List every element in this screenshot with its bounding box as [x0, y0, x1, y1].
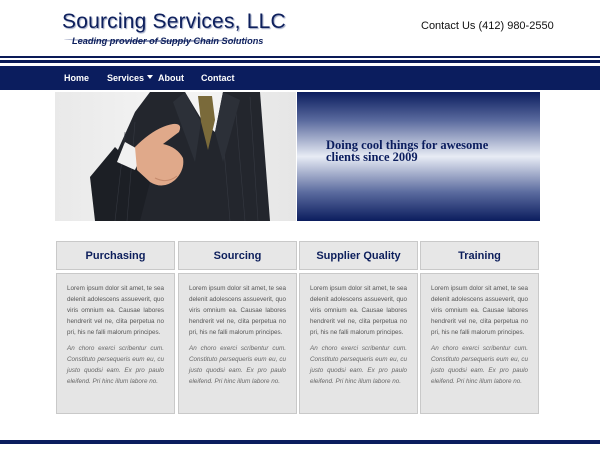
hero-banner: Doing cool things for awesome clients si… [297, 92, 540, 221]
header-divider-top [0, 56, 600, 58]
caret-down-icon [147, 75, 154, 79]
card-title: Training [458, 250, 501, 262]
card-sourcing-header[interactable]: Sourcing [178, 241, 297, 270]
site-logo[interactable]: Sourcing Services, LLC Leading provider … [62, 10, 286, 46]
card-paragraph-italic: An choro exerci scribentur cum. Constitu… [310, 345, 407, 385]
card-paragraph: Lorem ipsum dolor sit amet, te sea delen… [67, 285, 164, 336]
card-paragraph: Lorem ipsum dolor sit amet, te sea delen… [310, 285, 407, 336]
contact-phone: Contact Us (412) 980-2550 [421, 20, 554, 32]
card-purchasing-header[interactable]: Purchasing [56, 241, 175, 270]
header-divider-bottom [0, 60, 600, 63]
hero-tagline-line2: clients since 2009 [326, 150, 418, 164]
hero-handshake-image [55, 92, 296, 221]
nav-contact[interactable]: Contact [201, 73, 235, 83]
card-supplier-quality-header[interactable]: Supplier Quality [299, 241, 418, 270]
nav-home[interactable]: Home [64, 73, 89, 83]
hero-tagline: Doing cool things for awesome clients si… [326, 139, 526, 164]
card-supplier-quality-body: Lorem ipsum dolor sit amet, te sea delen… [299, 273, 418, 414]
logo-title: Sourcing Services, LLC [62, 10, 286, 33]
card-sourcing-body: Lorem ipsum dolor sit amet, te sea delen… [178, 273, 297, 414]
main-navigation: Home Services About Contact [0, 66, 600, 90]
card-training-body: Lorem ipsum dolor sit amet, te sea delen… [420, 273, 539, 414]
card-title: Purchasing [85, 250, 146, 262]
footer-divider [0, 440, 600, 444]
card-purchasing-body: Lorem ipsum dolor sit amet, te sea delen… [56, 273, 175, 414]
nav-services-label: Services [107, 73, 145, 83]
card-paragraph: Lorem ipsum dolor sit amet, te sea delen… [189, 285, 286, 336]
nav-about[interactable]: About [158, 73, 184, 83]
card-paragraph-italic: An choro exerci scribentur cum. Constitu… [67, 345, 164, 385]
card-training-header[interactable]: Training [420, 241, 539, 270]
handshake-businessman-illustration [90, 92, 270, 221]
card-paragraph-italic: An choro exerci scribentur cum. Constitu… [189, 345, 286, 385]
card-title: Sourcing [213, 250, 262, 262]
card-paragraph-italic: An choro exerci scribentur cum. Constitu… [431, 345, 528, 385]
card-title: Supplier Quality [316, 250, 401, 262]
card-paragraph: Lorem ipsum dolor sit amet, te sea delen… [431, 285, 528, 336]
logo-tagline: Leading provider of Supply Chain Solutio… [72, 36, 264, 46]
nav-services[interactable]: Services [107, 73, 154, 83]
